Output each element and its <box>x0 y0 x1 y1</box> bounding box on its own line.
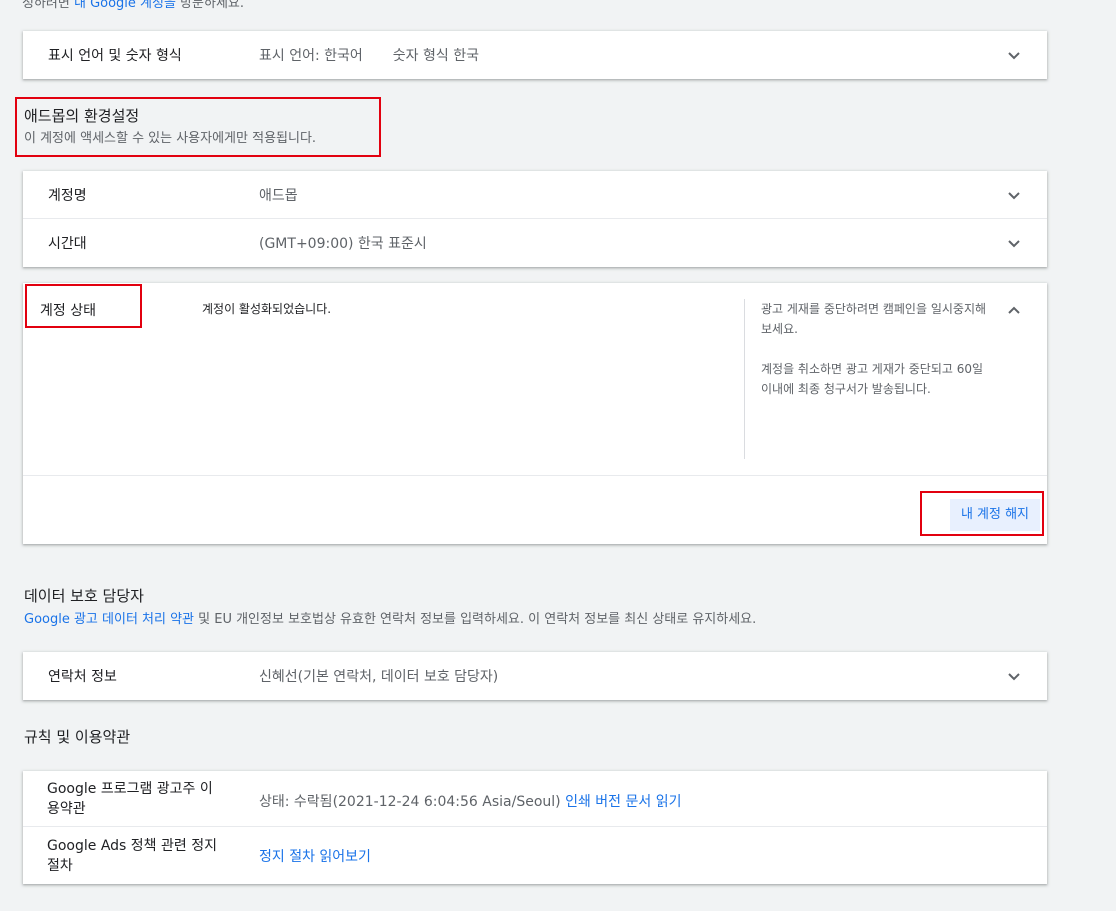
suspension-terms-value: 정지 절차 읽어보기 <box>259 846 371 866</box>
account-status-value: 계정이 활성화되었습니다. <box>202 302 332 316</box>
suspension-procedure-link[interactable]: 정지 절차 읽어보기 <box>259 849 371 865</box>
advertiser-terms-label: Google 프로그램 광고주 이용약관 <box>47 781 213 817</box>
account-settings-note: 정하려면 내 Google 계정을 방문하세요. <box>22 0 244 11</box>
advertiser-terms-value: 상태: 수락됨(2021-12-24 6:04:56 Asia/Seoul) 인… <box>259 791 681 811</box>
terms-card: Google 프로그램 광고주 이용약관 상태: 수락됨(2021-12-24 … <box>23 771 1047 884</box>
data-processing-terms-link[interactable]: Google 광고 데이터 처리 약관 <box>24 612 194 627</box>
print-version-link[interactable]: 인쇄 버전 문서 읽기 <box>565 794 681 810</box>
account-status-card: 계정 상태 계정이 활성화되었습니다. 광고 게재를 중단하려면 캠페인을 일시… <box>23 283 1047 544</box>
account-name-label: 계정명 <box>48 187 87 204</box>
timezone-row[interactable]: 시간대 (GMT+09:00) 한국 표준시 <box>23 219 1047 267</box>
account-name-row[interactable]: 계정명 애드몹 <box>23 171 1047 219</box>
timezone-value: (GMT+09:00) 한국 표준시 <box>259 236 427 252</box>
note-text-before: 정하려면 <box>22 0 70 11</box>
data-protection-subtitle: Google 광고 데이터 처리 약관 및 EU 개인정보 보호법상 유효한 연… <box>24 608 756 627</box>
language-row[interactable]: 표시 언어 및 숫자 형식 표시 언어: 한국어 숫자 형식 한국 <box>23 31 1047 79</box>
chevron-down-icon[interactable] <box>1006 47 1022 63</box>
contact-card: 연락처 정보 신혜선(기본 연락처, 데이터 보호 담당자) <box>23 652 1047 700</box>
contact-row[interactable]: 연락처 정보 신혜선(기본 연락처, 데이터 보호 담당자) <box>23 652 1047 700</box>
display-language: 표시 언어: 한국어 <box>259 48 363 64</box>
suspension-terms-label: Google Ads 정책 관련 정지 절차 <box>47 838 217 874</box>
help-pause-text: 광고 게재를 중단하려면 캠페인을 일시중지해 보세요. <box>761 302 987 336</box>
highlight-box <box>920 491 1044 536</box>
advertiser-terms-status: 상태: 수락됨(2021-12-24 6:04:56 Asia/Seoul) <box>259 794 561 810</box>
highlight-box <box>15 97 381 157</box>
divider <box>23 475 1047 476</box>
help-cancel-text: 계정을 취소하면 광고 게재가 중단되고 60일 이내에 최종 청구서가 발송됩… <box>761 362 984 396</box>
terms-row-advertiser: Google 프로그램 광고주 이용약관 상태: 수락됨(2021-12-24 … <box>23 771 1047 827</box>
language-card: 표시 언어 및 숫자 형식 표시 언어: 한국어 숫자 형식 한국 <box>23 31 1047 79</box>
chevron-down-icon[interactable] <box>1006 187 1022 203</box>
language-label: 표시 언어 및 숫자 형식 <box>48 48 182 64</box>
terms-row-suspension: Google Ads 정책 관련 정지 절차 정지 절차 읽어보기 <box>23 827 1047 884</box>
chevron-down-icon[interactable] <box>1006 235 1022 251</box>
contact-value: 신혜선(기본 연락처, 데이터 보호 담당자) <box>259 669 499 685</box>
data-protection-text: 및 EU 개인정보 보호법상 유효한 연락처 정보를 입력하세요. 이 연락처 … <box>194 612 757 627</box>
data-protection-title: 데이터 보호 담당자 <box>24 587 144 605</box>
chevron-up-icon[interactable] <box>1006 303 1022 319</box>
timezone-label: 시간대 <box>48 236 87 252</box>
chevron-down-icon[interactable] <box>1006 668 1022 684</box>
highlight-box <box>25 284 142 328</box>
account-card: 계정명 애드몹 시간대 (GMT+09:00) 한국 표준시 <box>23 171 1047 267</box>
account-status-help: 광고 게재를 중단하려면 캠페인을 일시중지해 보세요. 계정을 취소하면 광고… <box>761 299 993 399</box>
number-format: 숫자 형식 한국 <box>392 48 479 64</box>
terms-title: 규칙 및 이용약관 <box>24 728 131 746</box>
account-name-value: 애드몹 <box>259 187 298 204</box>
contact-label: 연락처 정보 <box>48 669 117 685</box>
google-account-link[interactable]: 내 Google 계정을 <box>74 0 176 11</box>
note-text-after: 방문하세요. <box>180 0 245 11</box>
language-value: 표시 언어: 한국어 숫자 형식 한국 <box>259 45 479 65</box>
divider <box>744 299 745 459</box>
